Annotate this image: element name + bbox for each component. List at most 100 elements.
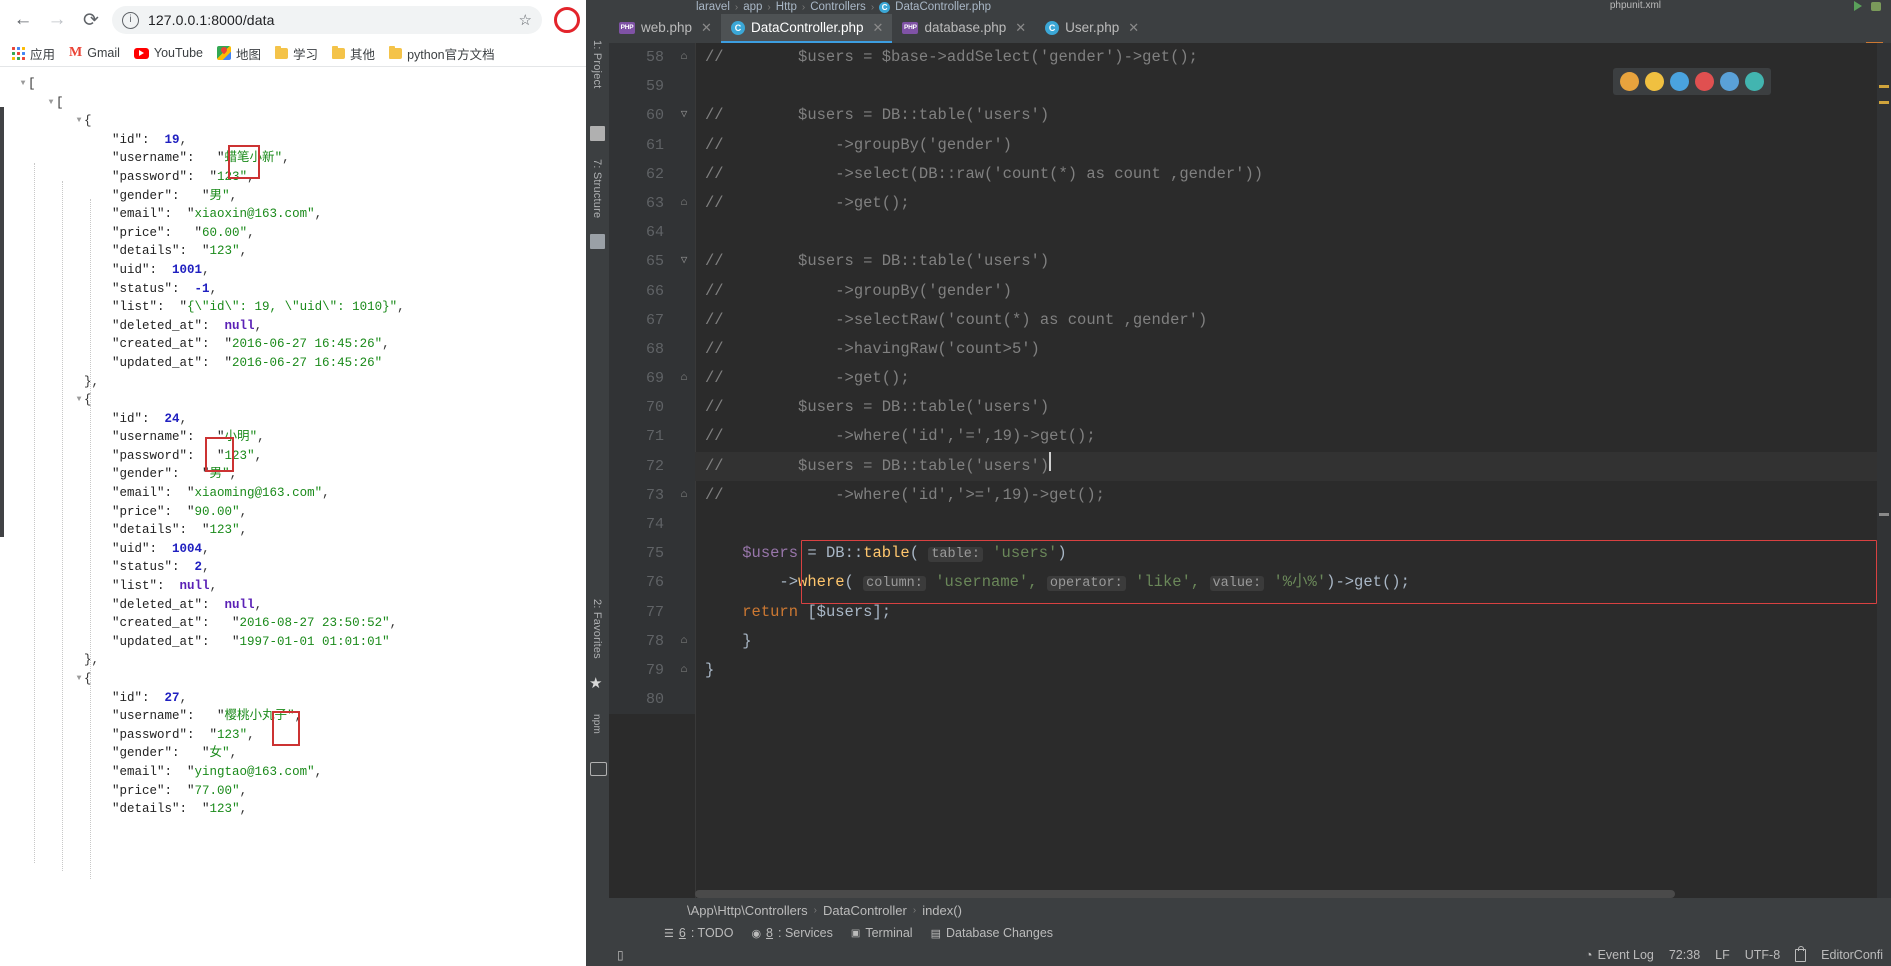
file-encoding[interactable]: UTF-8 bbox=[1745, 948, 1780, 962]
code-text: // $users = DB::table('users') bbox=[705, 106, 1050, 125]
device-icon[interactable]: ▯ bbox=[609, 948, 624, 962]
path-item[interactable]: DataController bbox=[823, 903, 907, 918]
breadcrumb-item[interactable]: Controllers bbox=[810, 1, 866, 13]
fold-icon[interactable]: ⌂ bbox=[673, 626, 695, 656]
intention-bulbs-toolbar[interactable] bbox=[1613, 68, 1771, 95]
fold-icon[interactable]: ▽ bbox=[673, 101, 695, 131]
tool-window-favorites[interactable]: 2: Favorites bbox=[591, 599, 603, 659]
fold-icon[interactable]: ⌂ bbox=[673, 480, 695, 510]
lock-icon[interactable] bbox=[1795, 945, 1807, 962]
forward-icon[interactable]: → bbox=[40, 3, 74, 37]
fold-icon[interactable] bbox=[673, 276, 695, 306]
structure-icon[interactable] bbox=[590, 234, 605, 249]
path-item[interactable]: index() bbox=[922, 903, 962, 918]
collapse-triangle-icon[interactable]: ▼ bbox=[46, 94, 56, 113]
bookmark-study[interactable]: 学习 bbox=[275, 44, 318, 63]
fold-icon[interactable]: ⌂ bbox=[673, 43, 695, 73]
bookmark-label: 学习 bbox=[293, 47, 319, 62]
inspection-icon[interactable] bbox=[1720, 72, 1739, 91]
tool-button-database-changes[interactable]: ▤ Database Changes bbox=[931, 926, 1053, 940]
tool-window-npm[interactable]: npm bbox=[591, 714, 602, 734]
tool-button-services[interactable]: ◉ 8: Services bbox=[751, 926, 832, 940]
close-icon[interactable]: ✕ bbox=[1128, 20, 1139, 36]
reload-icon[interactable]: ⟳ bbox=[74, 3, 108, 37]
tab-datacontroller-php[interactable]: C DataController.php ✕ bbox=[720, 14, 893, 43]
apps-grid-icon bbox=[12, 46, 25, 60]
tab-web-php[interactable]: PHP web.php ✕ bbox=[609, 14, 721, 43]
fold-icon[interactable] bbox=[673, 218, 695, 248]
fold-icon[interactable] bbox=[673, 130, 695, 160]
fold-icon[interactable] bbox=[673, 393, 695, 423]
fold-icon[interactable]: ⌂ bbox=[673, 364, 695, 394]
bookmark-star-icon[interactable]: ☆ bbox=[519, 11, 532, 29]
error-marker[interactable] bbox=[1879, 85, 1889, 88]
tab-database-php[interactable]: PHP database.php ✕ bbox=[892, 14, 1035, 43]
page-scrollbar[interactable] bbox=[0, 107, 4, 537]
tool-button-terminal[interactable]: ▣ Terminal bbox=[851, 926, 913, 940]
error-marker[interactable] bbox=[1879, 101, 1889, 104]
inspection-icon[interactable] bbox=[1695, 72, 1714, 91]
tool-button-todo[interactable]: ☰ 6: TODO bbox=[664, 926, 733, 940]
fold-icon[interactable] bbox=[673, 159, 695, 189]
fold-icon[interactable] bbox=[673, 334, 695, 365]
line-number: 63 bbox=[609, 188, 673, 219]
inspection-icon[interactable] bbox=[1645, 72, 1664, 91]
bookmark-other[interactable]: 其他 bbox=[332, 44, 375, 63]
fold-icon[interactable] bbox=[673, 568, 695, 598]
bookmark-gmail[interactable]: M Gmail bbox=[69, 45, 120, 61]
site-info-icon[interactable]: i bbox=[122, 11, 139, 29]
address-bar-url: 127.0.0.1:8000/data bbox=[148, 12, 275, 28]
path-item[interactable]: \App\Http\Controllers bbox=[687, 903, 808, 918]
fold-icon[interactable]: ⌂ bbox=[673, 655, 695, 686]
tool-window-structure[interactable]: 7: Structure bbox=[591, 159, 603, 218]
debug-icon[interactable] bbox=[1871, 1, 1881, 11]
folder-icon[interactable] bbox=[590, 126, 605, 141]
bookmark-apps[interactable]: 应用 bbox=[12, 44, 55, 63]
bookmark-youtube[interactable]: YouTube bbox=[133, 46, 203, 60]
back-icon[interactable]: ← bbox=[6, 3, 40, 37]
breadcrumb-item[interactable]: DataController.php bbox=[895, 1, 991, 13]
tab-user-php[interactable]: C User.php ✕ bbox=[1035, 14, 1148, 43]
fold-icon[interactable] bbox=[673, 72, 695, 102]
fold-icon[interactable]: ⌂ bbox=[673, 188, 695, 219]
bookmark-maps[interactable]: 地图 bbox=[217, 44, 261, 63]
inspection-icon[interactable] bbox=[1670, 72, 1689, 91]
address-bar[interactable]: i 127.0.0.1:8000/data ☆ bbox=[112, 6, 542, 34]
collapse-triangle-icon[interactable]: ▼ bbox=[74, 670, 84, 689]
collapse-triangle-icon[interactable]: ▼ bbox=[74, 112, 84, 131]
line-separator[interactable]: LF bbox=[1715, 948, 1730, 962]
editor-marker-strip[interactable] bbox=[1877, 43, 1891, 898]
run-icon[interactable] bbox=[1854, 1, 1862, 11]
run-configuration-label[interactable]: phpunit.xml bbox=[1610, 0, 1661, 12]
inspection-icon[interactable] bbox=[1745, 72, 1764, 91]
event-log-button[interactable]: ◔ Event Log bbox=[1585, 948, 1654, 962]
breadcrumb-item[interactable]: Http bbox=[776, 1, 797, 13]
code-editor[interactable]: 58 ⌂// $users = $base->addSelect('gender'… bbox=[609, 43, 1891, 898]
inspection-icon[interactable] bbox=[1620, 72, 1639, 91]
warning-marker[interactable] bbox=[1879, 513, 1889, 516]
fold-icon[interactable] bbox=[673, 305, 695, 335]
breadcrumb-item[interactable]: app bbox=[743, 1, 762, 13]
fold-icon[interactable] bbox=[673, 685, 695, 715]
terminal-icon[interactable] bbox=[590, 762, 607, 776]
fold-icon[interactable] bbox=[673, 422, 695, 452]
fold-icon[interactable] bbox=[673, 597, 695, 627]
editorconfig-label[interactable]: EditorConfi bbox=[1821, 948, 1883, 962]
fold-icon[interactable] bbox=[673, 510, 695, 540]
breadcrumb-item[interactable]: laravel bbox=[696, 1, 730, 13]
fold-icon[interactable]: ▽ bbox=[673, 247, 695, 277]
tool-window-project[interactable]: 1: Project bbox=[591, 40, 603, 88]
collapse-triangle-icon[interactable]: ▼ bbox=[18, 75, 28, 94]
favorites-star-icon[interactable]: ★ bbox=[589, 674, 602, 692]
fold-icon[interactable] bbox=[673, 451, 695, 481]
bookmark-python-docs[interactable]: python官方文档 bbox=[389, 44, 495, 63]
horizontal-scrollbar[interactable] bbox=[695, 890, 1675, 898]
close-icon[interactable]: ✕ bbox=[873, 20, 884, 36]
collapse-triangle-icon[interactable]: ▼ bbox=[74, 391, 84, 410]
opera-extension-icon[interactable] bbox=[554, 7, 580, 33]
close-icon[interactable]: ✕ bbox=[701, 20, 712, 36]
close-icon[interactable]: ✕ bbox=[1015, 20, 1026, 36]
fold-icon[interactable] bbox=[673, 539, 695, 569]
caret-position[interactable]: 72:38 bbox=[1669, 948, 1700, 962]
